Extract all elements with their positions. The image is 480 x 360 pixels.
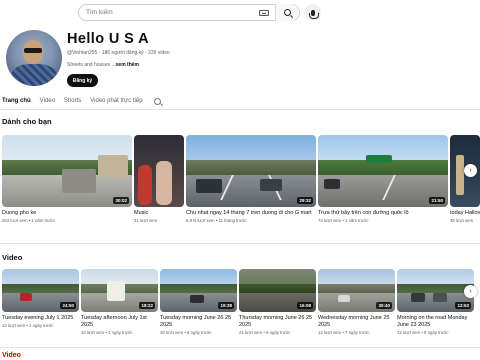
duration-badge: 12:53 — [455, 302, 471, 309]
video-meta: 6,9 N lượt xem • 11 tháng trước — [186, 218, 247, 223]
duration-badge: 30:40 — [376, 302, 392, 309]
search-input[interactable] — [79, 5, 259, 20]
tab-shorts[interactable]: Shorts — [64, 96, 81, 110]
video-title[interactable]: Morning on the road Monday — [397, 315, 474, 322]
channel-title: Hello U S A — [67, 31, 150, 47]
video-card[interactable]: 18:22 Tuesday afternoon July 1st 2025 10… — [81, 269, 158, 335]
video-title[interactable]: today Hallov — [450, 210, 480, 217]
video-title[interactable]: Trưa thứ bảy trên con đường quốc lộ — [318, 210, 448, 217]
video-card[interactable]: 21:50 Trưa thứ bảy trên con đường quốc l… — [318, 135, 448, 223]
video-title-line2[interactable]: June 23 2025 — [397, 322, 474, 329]
tabs-divider — [0, 109, 480, 110]
video-title-line2[interactable]: 2025 — [318, 322, 395, 329]
search-button[interactable] — [275, 4, 299, 21]
section-divider — [0, 243, 480, 244]
video-title[interactable]: Thursday morning June 26 25 — [239, 315, 316, 322]
microphone-icon — [308, 9, 319, 19]
channel-description[interactable]: Streets and houses ...xem thêm — [67, 62, 139, 68]
subscribe-button[interactable]: Đăng ký — [67, 74, 98, 87]
video-card[interactable]: 19:38 Tuesday morning June 26 25 2025 30… — [160, 269, 237, 335]
video-thumbnail[interactable]: 29:32 — [186, 135, 316, 207]
video-thumbnail[interactable]: 18:22 — [81, 269, 158, 312]
video-card[interactable]: 12:53 Morning on the road Monday June 23… — [397, 269, 474, 335]
duration-badge: 29:32 — [297, 197, 313, 204]
carousel-next-button[interactable]: › — [464, 285, 477, 298]
video-thumbnail[interactable]: 21:50 — [318, 135, 448, 207]
video-title[interactable]: Duong pho ke — [2, 210, 132, 217]
chevron-right-icon: › — [469, 288, 472, 295]
video-thumbnail[interactable] — [134, 135, 184, 207]
video-thumbnail[interactable]: 19:38 — [160, 269, 237, 312]
video-card[interactable]: 16:08 Thursday morning June 26 25 2025 2… — [239, 269, 316, 335]
video-card[interactable]: today Hallov 45 lượt xem — [450, 135, 480, 223]
keyboard-icon[interactable] — [259, 9, 269, 16]
video-meta: 21 lượt xem • 6 ngày trước — [239, 330, 291, 335]
video-card[interactable]: 30:40 Wednesday morning June 25 2025 12 … — [318, 269, 395, 335]
more-link[interactable]: xem thêm — [116, 62, 139, 68]
section-divider — [0, 347, 480, 348]
channel-meta: @Vinhtan255 · 186 người đăng ký · 239 vi… — [67, 50, 170, 56]
video-meta: 12 lượt xem • 9 ngày trước — [397, 330, 449, 335]
duration-badge: 16:08 — [297, 302, 313, 309]
tab-videos[interactable]: Video — [40, 96, 55, 110]
video-thumbnail[interactable]: 16:08 — [239, 269, 316, 312]
videos-title: Video — [2, 253, 23, 262]
channel-search-icon[interactable] — [153, 97, 161, 105]
video-meta: 45 lượt xem — [450, 218, 474, 223]
video-title[interactable]: Tuesday afternoon July 1st — [81, 315, 158, 322]
video-meta: 13 lượt xem • 1 ngày trước — [2, 323, 54, 328]
chevron-right-icon: › — [469, 167, 472, 174]
video-title[interactable]: Music — [134, 210, 184, 217]
next-section-title: Video — [2, 352, 21, 359]
search-icon — [284, 9, 291, 16]
duration-badge: 24:50 — [60, 302, 76, 309]
video-card[interactable]: 29:32 Chu nhat ngay 14 thang 7 tren duon… — [186, 135, 316, 223]
search-box[interactable] — [78, 4, 300, 21]
video-title[interactable]: Tuesday evening July 1 2025 — [2, 315, 79, 322]
tab-live[interactable]: Video phát trực tiếp — [90, 96, 142, 110]
duration-badge: 19:38 — [218, 302, 234, 309]
video-title-line2[interactable]: 2025 — [81, 322, 158, 329]
video-meta: 30 lượt xem • 6 ngày trước — [160, 330, 212, 335]
channel-description-text: Streets and houses ... — [67, 62, 116, 68]
video-title[interactable]: Tuesday morning June 26 25 — [160, 315, 237, 322]
channel-tabs: Trang chủ Video Shorts Video phát trực t… — [2, 96, 161, 110]
duration-badge: 30:02 — [113, 197, 129, 204]
video-meta: 31 lượt xem — [134, 218, 158, 223]
video-title[interactable]: Chu nhat ngay 14 thang 7 tren duong di c… — [186, 210, 316, 217]
video-meta: 74 lượt xem • 1 năm trước — [318, 218, 369, 223]
video-meta: 253 lượt xem • 1 năm trước — [2, 218, 56, 223]
video-thumbnail[interactable]: 24:50 — [2, 269, 79, 312]
video-thumbnail[interactable]: 12:53 — [397, 269, 474, 312]
video-title-line2[interactable]: 2025 — [160, 322, 237, 329]
video-meta: 10 lượt xem • 1 ngày trước — [81, 330, 133, 335]
video-card[interactable]: 30:02 Duong pho ke 253 lượt xem • 1 năm … — [2, 135, 132, 223]
tab-home[interactable]: Trang chủ — [2, 96, 31, 110]
video-meta: 12 lượt xem • 7 ngày trước — [318, 330, 370, 335]
voice-search-button[interactable] — [304, 4, 321, 21]
duration-badge: 18:22 — [139, 302, 155, 309]
video-card[interactable]: Music 31 lượt xem — [134, 135, 184, 223]
video-title[interactable]: Wednesday morning June 25 — [318, 315, 395, 322]
video-card[interactable]: 24:50 Tuesday evening July 1 2025 13 lượ… — [2, 269, 79, 328]
channel-avatar — [6, 30, 62, 86]
video-title-line2[interactable]: 2025 — [239, 322, 316, 329]
video-thumbnail[interactable]: 30:02 — [2, 135, 132, 207]
for-you-title: Dành cho bạn — [2, 117, 52, 126]
video-thumbnail[interactable]: 30:40 — [318, 269, 395, 312]
duration-badge: 21:50 — [429, 197, 445, 204]
carousel-next-button[interactable]: › — [464, 164, 477, 177]
